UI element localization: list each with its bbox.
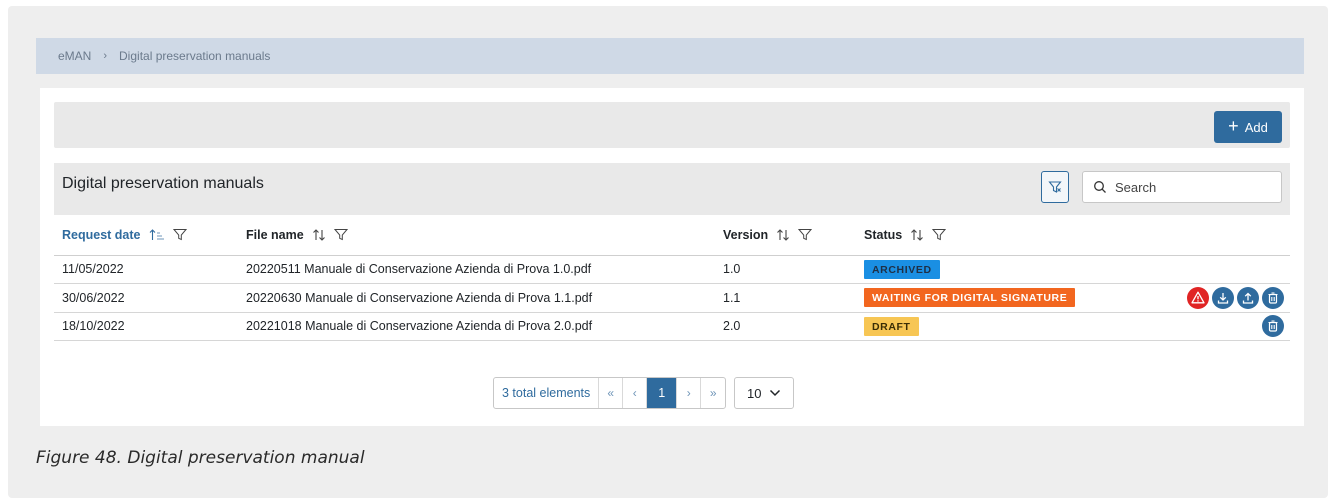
table-row[interactable]: 30/06/2022 20220630 Manuale di Conservaz… xyxy=(54,283,1290,313)
search-input[interactable] xyxy=(1115,179,1275,195)
column-header-request-date[interactable]: Request date xyxy=(54,215,238,256)
row-actions xyxy=(1124,315,1290,338)
cell-status: ARCHIVED xyxy=(856,255,1116,284)
pagination: 3 total elements « ‹ 1 › » 10 xyxy=(493,377,795,409)
manuals-table: Request date File name Version Status 11… xyxy=(54,215,1290,341)
cell-version: 2.0 xyxy=(715,312,856,341)
breadcrumb-separator: › xyxy=(103,50,108,62)
column-header-version[interactable]: Version xyxy=(715,215,856,256)
upload-icon xyxy=(1242,292,1254,304)
previous-page-button[interactable]: ‹ xyxy=(623,378,648,408)
breadcrumb: eMAN › Digital preservation manuals xyxy=(36,38,1304,74)
cell-actions xyxy=(1116,255,1290,284)
figure-caption: Figure 48. Digital preservation manual xyxy=(36,448,365,468)
page-button-current[interactable]: 1 xyxy=(647,378,678,408)
download-icon xyxy=(1217,292,1229,304)
delete-button[interactable] xyxy=(1262,286,1284,309)
column-label: Request date xyxy=(62,227,141,242)
sort-icon[interactable] xyxy=(776,228,790,241)
add-button[interactable]: + Add xyxy=(1214,111,1282,143)
cell-file-name: 20221018 Manuale di Conservazione Aziend… xyxy=(238,312,715,341)
cell-actions xyxy=(1116,283,1290,313)
filter-icon[interactable] xyxy=(932,228,947,241)
toolbar: + Add xyxy=(54,102,1290,148)
sort-icon[interactable] xyxy=(312,228,326,241)
breadcrumb-current: Digital preservation manuals xyxy=(119,49,271,63)
column-label: Status xyxy=(864,227,903,242)
upload-button[interactable] xyxy=(1237,286,1259,309)
column-header-status[interactable]: Status xyxy=(856,215,1116,256)
cell-status: WAITING FOR DIGITAL SIGNATURE xyxy=(856,283,1116,313)
status-badge: WAITING FOR DIGITAL SIGNATURE xyxy=(864,288,1076,308)
filter-icon[interactable] xyxy=(172,228,187,241)
plus-icon: + xyxy=(1228,116,1239,136)
table-row[interactable]: 11/05/2022 20220511 Manuale di Conservaz… xyxy=(54,255,1290,284)
filter-clear-icon xyxy=(1048,181,1062,193)
sort-ascending-icon[interactable] xyxy=(149,228,165,241)
cell-version: 1.0 xyxy=(715,255,856,284)
last-page-button[interactable]: » xyxy=(701,378,725,408)
filter-toggle-button[interactable] xyxy=(1041,171,1069,203)
column-label: File name xyxy=(246,227,304,242)
table-title: Digital preservation manuals xyxy=(62,175,264,192)
add-button-label: Add xyxy=(1244,119,1268,135)
cell-request-date: 11/05/2022 xyxy=(54,255,238,284)
cell-file-name: 20220511 Manuale di Conservazione Aziend… xyxy=(238,255,715,284)
delete-icon xyxy=(1268,292,1278,304)
next-page-button[interactable]: › xyxy=(677,378,702,408)
cell-actions xyxy=(1116,312,1290,341)
breadcrumb-root[interactable]: eMAN xyxy=(58,49,91,63)
cell-version: 1.1 xyxy=(715,283,856,313)
status-badge: ARCHIVED xyxy=(864,259,940,279)
page-size-select[interactable]: 10 xyxy=(734,377,795,409)
warning-icon xyxy=(1191,291,1205,304)
filter-icon[interactable] xyxy=(798,228,813,241)
table-header-bar: Digital preservation manuals xyxy=(54,163,1290,215)
cell-request-date: 30/06/2022 xyxy=(54,283,238,313)
page-size-value: 10 xyxy=(747,385,762,401)
status-badge: DRAFT xyxy=(864,316,919,336)
cell-status: DRAFT xyxy=(856,312,1116,341)
column-label: Version xyxy=(723,227,769,242)
table-header-row: Request date File name Version Status xyxy=(54,215,1290,256)
sort-icon[interactable] xyxy=(910,228,924,241)
content-card: + Add Digital preservation manuals Searc… xyxy=(40,88,1304,426)
total-elements-label: 3 total elements xyxy=(494,378,600,408)
table-row[interactable]: 18/10/2022 20221018 Manuale di Conservaz… xyxy=(54,312,1290,341)
filter-icon[interactable] xyxy=(333,228,348,241)
download-button[interactable] xyxy=(1212,286,1234,309)
cell-request-date: 18/10/2022 xyxy=(54,312,238,341)
pagination-controls: 3 total elements « ‹ 1 › » xyxy=(493,377,727,409)
delete-icon xyxy=(1268,320,1278,332)
column-header-file-name[interactable]: File name xyxy=(238,215,715,256)
chevron-down-icon xyxy=(770,389,781,397)
column-header-actions xyxy=(1116,215,1290,256)
first-page-button[interactable]: « xyxy=(599,378,624,408)
delete-button[interactable] xyxy=(1262,315,1284,338)
cell-file-name: 20220630 Manuale di Conservazione Aziend… xyxy=(238,283,715,313)
search-icon xyxy=(1094,181,1106,193)
row-actions xyxy=(1124,286,1290,309)
search-box xyxy=(1082,171,1282,203)
warning-button[interactable] xyxy=(1187,286,1209,309)
